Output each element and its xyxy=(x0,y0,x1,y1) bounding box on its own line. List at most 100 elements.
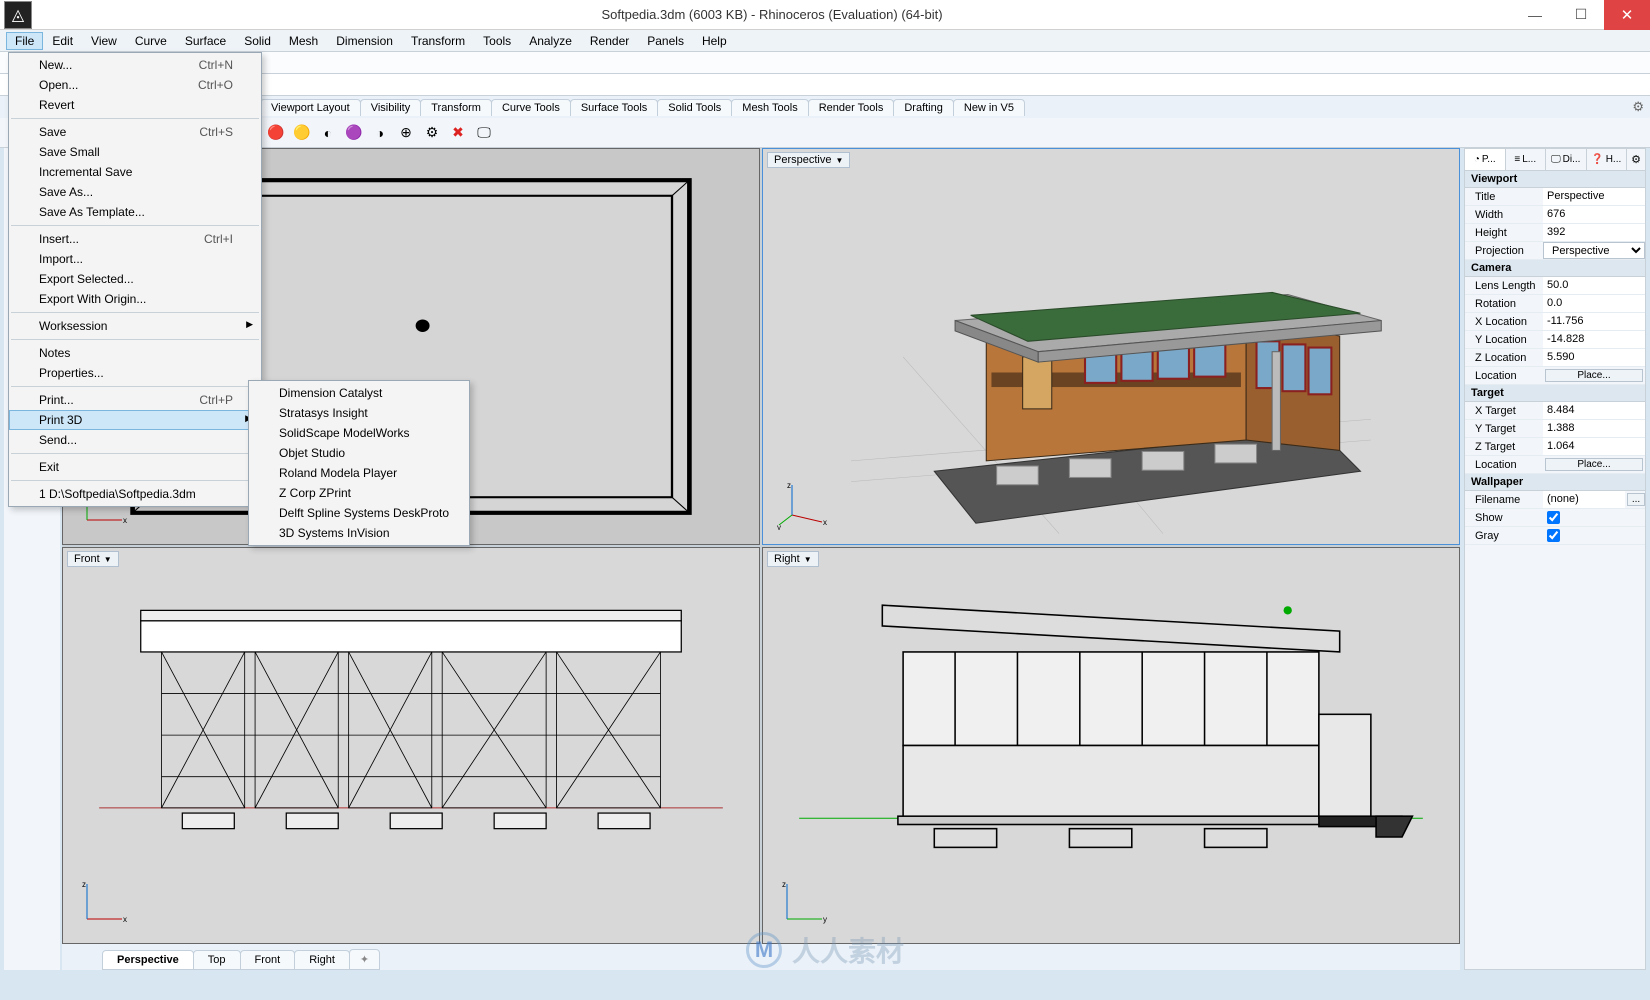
tooltab-visibility[interactable]: Visibility xyxy=(360,99,422,116)
menuitem-print-[interactable]: Print...Ctrl+P xyxy=(9,390,261,410)
viewport-right[interactable]: Right▼ xyxy=(762,547,1460,944)
menuitem-save[interactable]: SaveCtrl+S xyxy=(9,122,261,142)
close-button[interactable]: ✕ xyxy=(1604,0,1650,30)
panel-tab-0[interactable]: ◔P... xyxy=(1465,149,1506,170)
viewport-tab-front[interactable]: Front xyxy=(240,950,296,970)
sphere-purple-icon[interactable]: 🟣 xyxy=(342,121,366,145)
menu-solid[interactable]: Solid xyxy=(235,32,280,50)
menuitem-notes[interactable]: Notes xyxy=(9,343,261,363)
value-filename[interactable]: (none) xyxy=(1543,491,1625,508)
menuitem-new-[interactable]: New...Ctrl+N xyxy=(9,55,261,75)
tooltab-transform[interactable]: Transform xyxy=(420,99,492,116)
menu-dimension[interactable]: Dimension xyxy=(327,32,402,50)
submenuitem-dimension-catalyst[interactable]: Dimension Catalyst xyxy=(249,383,469,403)
value-width[interactable]: 676 xyxy=(1543,206,1645,223)
viewport-tab-perspective[interactable]: Perspective xyxy=(102,950,194,970)
menuitem-insert-[interactable]: Insert...Ctrl+I xyxy=(9,229,261,249)
viewport-front[interactable]: Front▼ xz xyxy=(62,547,760,944)
value-z-location[interactable]: 5.590 xyxy=(1543,349,1645,366)
menuitem-worksession[interactable]: Worksession▶ xyxy=(9,316,261,336)
checkbox-gray[interactable] xyxy=(1547,529,1560,542)
menuitem-save-small[interactable]: Save Small xyxy=(9,142,261,162)
tooltab-mesh-tools[interactable]: Mesh Tools xyxy=(731,99,808,116)
value-rotation[interactable]: 0.0 xyxy=(1543,295,1645,312)
menu-surface[interactable]: Surface xyxy=(176,32,235,50)
submenuitem-delft-spline-systems-deskproto[interactable]: Delft Spline Systems DeskProto xyxy=(249,503,469,523)
menuitem-properties-[interactable]: Properties... xyxy=(9,363,261,383)
submenuitem-stratasys-insight[interactable]: Stratasys Insight xyxy=(249,403,469,423)
panel-gear-icon[interactable]: ⚙ xyxy=(1627,149,1645,170)
tooltab-viewport-layout[interactable]: Viewport Layout xyxy=(260,99,361,116)
tool-a-icon[interactable]: ⚙ xyxy=(420,121,444,145)
value-x-target[interactable]: 8.484 xyxy=(1543,402,1645,419)
submenuitem-objet-studio[interactable]: Objet Studio xyxy=(249,443,469,463)
value-x-location[interactable]: -11.756 xyxy=(1543,313,1645,330)
menu-transform[interactable]: Transform xyxy=(402,32,474,50)
value-z-target[interactable]: 1.064 xyxy=(1543,438,1645,455)
menuitem-1-d-softpedia-softpedia-3dm[interactable]: 1 D:\Softpedia\Softpedia.3dm xyxy=(9,484,261,504)
viewport-perspective[interactable]: Perspective▼ xyxy=(762,148,1460,545)
submenuitem-solidscape-modelworks[interactable]: SolidScape ModelWorks xyxy=(249,423,469,443)
value-height[interactable]: 392 xyxy=(1543,224,1645,241)
value-title[interactable]: Perspective xyxy=(1543,188,1645,205)
panel-tab-3[interactable]: ❓H... xyxy=(1587,149,1628,170)
menuitem-exit[interactable]: Exit xyxy=(9,457,261,477)
add-viewport-tab[interactable]: ✦ xyxy=(349,949,380,970)
browse-button[interactable]: ... xyxy=(1627,493,1645,506)
maximize-button[interactable]: ☐ xyxy=(1558,0,1604,30)
submenuitem-roland-modela-player[interactable]: Roland Modela Player xyxy=(249,463,469,483)
menuitem-export-selected-[interactable]: Export Selected... xyxy=(9,269,261,289)
viewport-tab-right[interactable]: Right xyxy=(294,950,350,970)
tooltab-new-in-v5[interactable]: New in V5 xyxy=(953,99,1025,116)
value-y-target[interactable]: 1.388 xyxy=(1543,420,1645,437)
sphere-split-icon[interactable]: ◑ xyxy=(368,121,392,145)
menuitem-import-[interactable]: Import... xyxy=(9,249,261,269)
menuitem-save-as-template-[interactable]: Save As Template... xyxy=(9,202,261,222)
sphere-grid-icon[interactable]: ⊕ xyxy=(394,121,418,145)
menuitem-revert[interactable]: Revert xyxy=(9,95,261,115)
value-y-location[interactable]: -14.828 xyxy=(1543,331,1645,348)
viewport-label-perspective[interactable]: Perspective▼ xyxy=(767,152,850,168)
sphere-half-icon[interactable]: ◐ xyxy=(316,121,340,145)
sphere-yellow-icon[interactable]: 🟡 xyxy=(290,121,314,145)
monitor-icon[interactable]: 🖵 xyxy=(472,121,496,145)
tooltab-solid-tools[interactable]: Solid Tools xyxy=(657,99,732,116)
gear-icon[interactable]: ⚙ xyxy=(1632,99,1644,115)
tooltab-curve-tools[interactable]: Curve Tools xyxy=(491,99,571,116)
viewport-label-right[interactable]: Right▼ xyxy=(767,551,819,567)
menu-help[interactable]: Help xyxy=(693,32,736,50)
menu-edit[interactable]: Edit xyxy=(43,32,82,50)
menu-panels[interactable]: Panels xyxy=(638,32,693,50)
menu-analyze[interactable]: Analyze xyxy=(520,32,581,50)
select-projection[interactable]: Perspective xyxy=(1543,242,1645,259)
menu-view[interactable]: View xyxy=(82,32,126,50)
menuitem-send-[interactable]: Send... xyxy=(9,430,261,450)
menuitem-open-[interactable]: Open...Ctrl+O xyxy=(9,75,261,95)
menuitem-export-with-origin-[interactable]: Export With Origin... xyxy=(9,289,261,309)
sphere-red-icon[interactable]: 🔴 xyxy=(264,121,288,145)
submenuitem-z-corp-zprint[interactable]: Z Corp ZPrint xyxy=(249,483,469,503)
menu-render[interactable]: Render xyxy=(581,32,638,50)
viewport-label-front[interactable]: Front▼ xyxy=(67,551,119,567)
panel-tab-2[interactable]: 🖵Di... xyxy=(1546,149,1587,170)
cancel-icon[interactable]: ✖ xyxy=(446,121,470,145)
minimize-button[interactable]: — xyxy=(1512,0,1558,30)
menu-file[interactable]: File xyxy=(6,32,43,50)
tooltab-drafting[interactable]: Drafting xyxy=(893,99,954,116)
value-lens-length[interactable]: 50.0 xyxy=(1543,277,1645,294)
axis-widget: xzy xyxy=(777,480,827,532)
viewport-tab-top[interactable]: Top xyxy=(193,950,241,970)
tooltab-render-tools[interactable]: Render Tools xyxy=(808,99,895,116)
menuitem-print-3d[interactable]: Print 3D▶ xyxy=(9,410,261,430)
checkbox-show[interactable] xyxy=(1547,511,1560,524)
menu-curve[interactable]: Curve xyxy=(126,32,176,50)
panel-tab-1[interactable]: ≡L... xyxy=(1506,149,1547,170)
tooltab-surface-tools[interactable]: Surface Tools xyxy=(570,99,658,116)
submenuitem-3d-systems-invision[interactable]: 3D Systems InVision xyxy=(249,523,469,543)
menu-mesh[interactable]: Mesh xyxy=(280,32,327,50)
menuitem-incremental-save[interactable]: Incremental Save xyxy=(9,162,261,182)
menu-tools[interactable]: Tools xyxy=(474,32,520,50)
button-place[interactable]: Place... xyxy=(1545,458,1643,471)
button-place[interactable]: Place... xyxy=(1545,369,1643,382)
menuitem-save-as-[interactable]: Save As... xyxy=(9,182,261,202)
